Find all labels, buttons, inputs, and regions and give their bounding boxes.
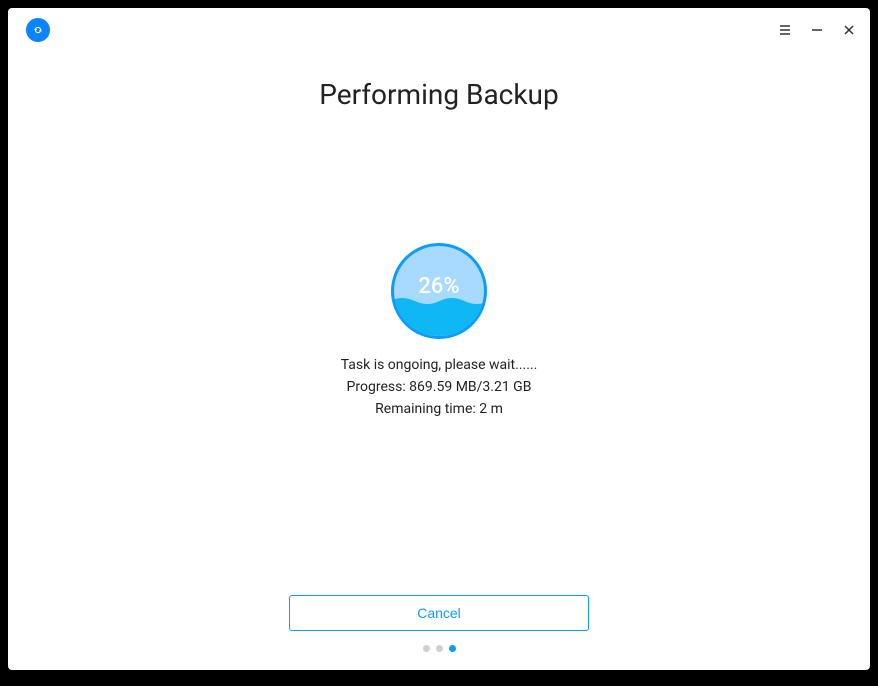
pagination-dot-active[interactable] [449, 645, 456, 652]
close-icon[interactable] [840, 21, 858, 39]
minimize-icon[interactable] [808, 21, 826, 39]
progress-percent: 26% [418, 274, 459, 299]
progress-fill [394, 305, 484, 337]
app-logo-icon [26, 18, 50, 42]
progress-detail: Progress: 869.59 MB/3.21 GB [347, 379, 532, 395]
remaining-time: Remaining time: 2 m [375, 401, 503, 417]
window-controls [776, 21, 858, 39]
bottom-area: Cancel [8, 595, 870, 670]
status-message: Task is ongoing, please wait...... [341, 357, 538, 373]
progress-indicator: 26% [391, 243, 487, 339]
titlebar [8, 8, 870, 52]
pagination-dots [8, 645, 870, 652]
cancel-button[interactable]: Cancel [289, 595, 589, 631]
main-window: Performing Backup 26% Task is ongoing, p… [8, 8, 870, 670]
pagination-dot[interactable] [423, 645, 430, 652]
page-title: Performing Backup [8, 78, 870, 111]
menu-icon[interactable] [776, 21, 794, 39]
content-area: 26% Task is ongoing, please wait...... P… [8, 111, 870, 595]
pagination-dot[interactable] [436, 645, 443, 652]
